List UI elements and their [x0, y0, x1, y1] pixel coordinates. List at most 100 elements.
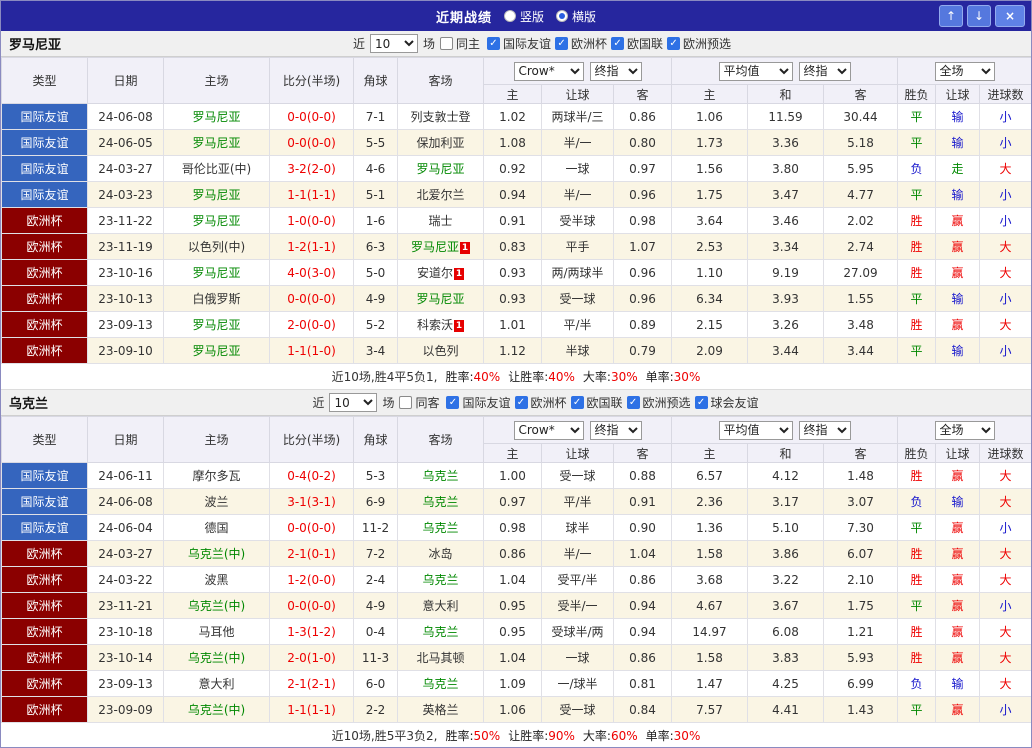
team-label: 乌克兰(中) [187, 703, 246, 717]
result-handicap: 输 [935, 337, 981, 364]
match-count-select[interactable]: 10 [329, 393, 378, 412]
match-score: 1-2(1-1) [269, 233, 354, 260]
odds-home: 0.92 [483, 155, 542, 182]
games-label: 场 [382, 396, 395, 410]
scope-select[interactable]: 全场 [934, 61, 995, 81]
same-away-filter[interactable]: 同客 [399, 394, 439, 411]
average-stage-select[interactable]: 终指 [798, 420, 851, 440]
team-label: 罗马尼亚 [192, 188, 241, 202]
match-type-badge: 国际友谊 [1, 129, 88, 156]
team-label: 波兰 [204, 495, 229, 509]
checkbox-checked-icon[interactable]: ✓ [611, 37, 625, 50]
competition-filter[interactable]: ✓ 欧国联 [570, 394, 623, 411]
radio-unselected-icon[interactable] [503, 10, 516, 22]
match-count-select[interactable]: 10 [369, 34, 418, 53]
checkbox-checked-icon[interactable]: ✓ [626, 396, 640, 409]
odds-away: 0.90 [613, 514, 672, 541]
checkbox-checked-icon[interactable]: ✓ [514, 396, 528, 409]
average-stage-select[interactable]: 终指 [798, 61, 851, 81]
radio-selected-icon[interactable] [556, 10, 568, 22]
odds-stage-select[interactable]: 终指 [589, 61, 642, 81]
odds-away: 0.86 [613, 103, 672, 130]
close-button[interactable]: × [995, 5, 1025, 27]
avg-home: 2.36 [671, 488, 748, 515]
checkbox-checked-icon[interactable]: ✓ [487, 37, 500, 50]
odds-handicap: 受半球 [541, 207, 614, 234]
odds-home: 1.04 [483, 566, 542, 593]
odds-company-select[interactable]: Crow* [513, 61, 584, 81]
average-select[interactable]: 平均值 [718, 61, 793, 81]
average-select[interactable]: 平均值 [718, 420, 793, 440]
avg-home: 2.09 [671, 337, 748, 364]
checkbox-checked-icon[interactable]: ✓ [446, 396, 460, 409]
competition-filter[interactable]: ✓ 国际友谊 [446, 394, 511, 411]
avg-away: 1.21 [822, 618, 899, 645]
match-date: 24-06-05 [87, 129, 164, 156]
section-header: 乌克兰 近 10 场 同客 ✓ 国际友谊 ✓ 欧洲杯 ✓ 欧国联 ✓ 欧洲预选 ✓ 球会友谊 [1, 390, 1031, 416]
matches-table: 类型 日期 主场 比分(半场) 角球 客场 Crow* 终指 平均值 终指 全场… [1, 416, 1031, 723]
result-goals: 小 [979, 103, 1031, 130]
result-goals: 小 [979, 696, 1031, 723]
odds-away: 0.88 [613, 462, 672, 489]
competition-filter[interactable]: ✓ 欧洲杯 [555, 35, 607, 52]
match-type-badge: 欧洲杯 [1, 285, 88, 312]
section-header: 罗马尼亚 近 10 场 同主 ✓ 国际友谊 ✓ 欧洲杯 ✓ 欧国联 ✓ 欧洲预选 [1, 31, 1031, 57]
layout-radio-vertical[interactable]: 竖版 [503, 8, 544, 25]
odds-home: 0.98 [483, 514, 542, 541]
avg-draw: 3.34 [747, 233, 824, 260]
away-team: 冰岛 [397, 540, 484, 567]
odds-company-select[interactable]: Crow* [513, 420, 584, 440]
checkbox-checked-icon[interactable]: ✓ [667, 37, 681, 50]
match-row: 欧洲杯 23-10-18 马耳他 1-3(1-2) 0-4 乌克兰 0.95 受球半/两 0.9… [1, 618, 1031, 645]
competition-filter[interactable]: ✓ 国际友谊 [487, 35, 551, 52]
corner-count: 5-5 [353, 129, 398, 156]
team-label: 瑞士 [428, 214, 453, 228]
avg-draw: 3.17 [747, 488, 824, 515]
same-home-filter[interactable]: 同主 [439, 35, 480, 52]
result-outcome: 平 [897, 181, 937, 208]
avg-away: 3.48 [822, 311, 899, 338]
competition-filter[interactable]: ✓ 欧国联 [611, 35, 663, 52]
scroll-up-button[interactable]: ↑ [939, 5, 963, 27]
competition-filter[interactable]: ✓ 欧洲杯 [514, 394, 567, 411]
home-team: 罗马尼亚 [163, 311, 270, 338]
result-handicap: 赢 [935, 566, 981, 593]
away-team: 英格兰 [397, 696, 484, 723]
result-handicap: 赢 [935, 311, 981, 338]
match-score: 1-1(1-0) [269, 337, 354, 364]
home-team: 波兰 [163, 488, 270, 515]
odds-away: 0.89 [613, 311, 672, 338]
competition-filter[interactable]: ✓ 欧洲预选 [667, 35, 731, 52]
result-outcome: 负 [897, 155, 937, 182]
corner-count: 4-9 [353, 285, 398, 312]
match-date: 24-06-08 [87, 488, 164, 515]
team-label: 乌克兰 [422, 625, 459, 639]
stat-over-rate: 大率:60% [582, 729, 638, 743]
scroll-down-button[interactable]: ↓ [967, 5, 991, 27]
scope-select[interactable]: 全场 [934, 420, 995, 440]
match-type-badge: 欧洲杯 [1, 540, 88, 567]
layout-radio-horizontal[interactable]: 横版 [556, 8, 596, 25]
result-handicap: 赢 [935, 514, 981, 541]
filter-bar: 近 10 场 同客 ✓ 国际友谊 ✓ 欧洲杯 ✓ 欧国联 ✓ 欧洲预选 ✓ 球会友谊 [48, 393, 1023, 412]
odds-home: 0.86 [483, 540, 542, 567]
corner-count: 2-4 [353, 566, 398, 593]
checkbox-checked-icon[interactable]: ✓ [555, 37, 569, 50]
home-team: 哥伦比亚(中) [163, 155, 270, 182]
checkbox-checked-icon[interactable]: ✓ [570, 396, 584, 409]
checkbox-unchecked-icon[interactable] [399, 396, 413, 409]
result-goals: 大 [979, 670, 1031, 697]
competition-filter-label: 欧洲预选 [642, 396, 691, 410]
competition-filter[interactable]: ✓ 球会友谊 [694, 394, 759, 411]
odds-stage-select[interactable]: 终指 [589, 420, 642, 440]
checkbox-unchecked-icon[interactable] [439, 37, 453, 50]
result-outcome: 平 [897, 285, 937, 312]
filter-bar: 近 10 场 同主 ✓ 国际友谊 ✓ 欧洲杯 ✓ 欧国联 ✓ 欧洲预选 [61, 34, 1023, 53]
team-label: 白俄罗斯 [192, 292, 241, 306]
odds-away: 0.98 [613, 207, 672, 234]
result-outcome: 平 [897, 592, 937, 619]
home-team: 白俄罗斯 [163, 285, 270, 312]
competition-filter[interactable]: ✓ 欧洲预选 [626, 394, 691, 411]
checkbox-checked-icon[interactable]: ✓ [694, 396, 708, 409]
avg-draw: 9.19 [747, 259, 824, 286]
